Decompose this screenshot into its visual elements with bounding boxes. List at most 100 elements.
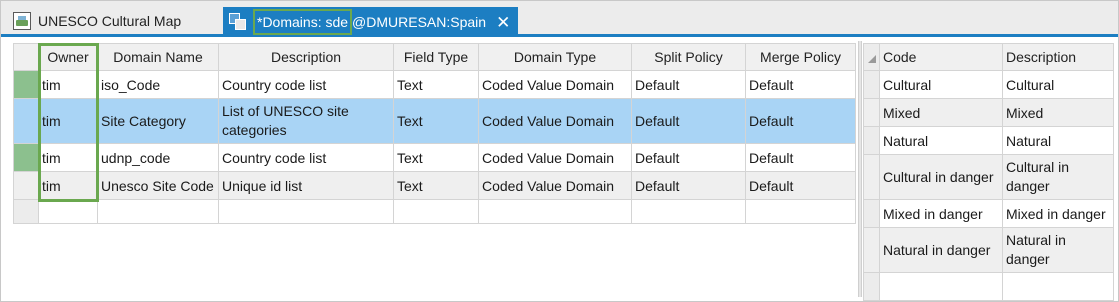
- row-selector[interactable]: [863, 98, 880, 127]
- domain-type-cell[interactable]: Coded Value Domain: [478, 171, 632, 200]
- merge-policy-cell[interactable]: Default: [745, 143, 856, 172]
- empty-cell[interactable]: [745, 199, 856, 224]
- corner-triangle-icon: [868, 54, 876, 63]
- tab-label-rest: @DMURESAN:Spain: [352, 14, 487, 30]
- new-row[interactable]: [863, 272, 1114, 301]
- code-cell[interactable]: Cultural: [879, 70, 1003, 99]
- domain-type-cell[interactable]: Coded Value Domain: [478, 70, 632, 99]
- domain-name-cell[interactable]: udnp_code: [97, 143, 219, 172]
- empty-cell[interactable]: [38, 199, 98, 224]
- column-header-field-type[interactable]: Field Type: [393, 43, 479, 71]
- field-type-cell[interactable]: Text: [393, 98, 479, 144]
- code-description-cell[interactable]: Mixed in danger: [1002, 199, 1114, 228]
- empty-cell[interactable]: [879, 272, 1003, 301]
- domain-type-cell[interactable]: Coded Value Domain: [478, 98, 632, 144]
- empty-cell[interactable]: [393, 199, 479, 224]
- table-header-row: Owner Domain Name Description Field Type…: [13, 43, 856, 71]
- description-cell[interactable]: Country code list: [218, 143, 394, 172]
- empty-cell[interactable]: [1002, 272, 1114, 301]
- description-cell[interactable]: Country code list: [218, 70, 394, 99]
- owner-cell[interactable]: tim: [38, 171, 98, 200]
- pane-splitter[interactable]: [858, 41, 862, 297]
- code-cell[interactable]: Natural: [879, 126, 1003, 155]
- row-selector[interactable]: [13, 98, 39, 144]
- tab-label: UNESCO Cultural Map: [38, 13, 182, 29]
- row-selector[interactable]: [863, 154, 880, 200]
- merge-policy-cell[interactable]: Default: [745, 98, 856, 144]
- table-row[interactable]: Natural in danger Natural in danger: [863, 227, 1114, 273]
- select-all-corner[interactable]: [863, 43, 880, 71]
- code-cell[interactable]: Natural in danger: [879, 227, 1003, 273]
- row-selector[interactable]: [13, 70, 39, 99]
- empty-cell[interactable]: [97, 199, 219, 224]
- tab-strip: UNESCO Cultural Map *Domains: sde @DMURE…: [1, 1, 1118, 37]
- row-selector[interactable]: [863, 272, 880, 301]
- field-type-cell[interactable]: Text: [393, 143, 479, 172]
- domain-name-cell[interactable]: Site Category: [97, 98, 219, 144]
- domain-type-cell[interactable]: Coded Value Domain: [478, 143, 632, 172]
- table-row[interactable]: tim udnp_code Country code list Text Cod…: [13, 143, 856, 172]
- close-icon[interactable]: ✕: [496, 14, 510, 31]
- split-policy-cell[interactable]: Default: [631, 98, 746, 144]
- merge-policy-cell[interactable]: Default: [745, 70, 856, 99]
- owner-cell[interactable]: tim: [38, 143, 98, 172]
- tab-domains[interactable]: *Domains: sde @DMURESAN:Spain ✕: [223, 7, 518, 37]
- code-description-cell[interactable]: Cultural: [1002, 70, 1114, 99]
- table-row[interactable]: Cultural in danger Cultural in danger: [863, 154, 1114, 200]
- column-header-code[interactable]: Code: [879, 43, 1003, 71]
- table-row[interactable]: Mixed Mixed: [863, 98, 1114, 127]
- owner-cell[interactable]: tim: [38, 98, 98, 144]
- row-selector[interactable]: [13, 171, 39, 200]
- table-row[interactable]: tim iso_Code Country code list Text Code…: [13, 70, 856, 99]
- code-cell[interactable]: Cultural in danger: [879, 154, 1003, 200]
- domains-view-frame: UNESCO Cultural Map *Domains: sde @DMURE…: [0, 0, 1119, 302]
- row-selector[interactable]: [13, 143, 39, 172]
- map-icon: [13, 12, 31, 30]
- split-policy-cell[interactable]: Default: [631, 171, 746, 200]
- code-description-cell[interactable]: Mixed: [1002, 98, 1114, 127]
- tab-label-boxed: *Domains: sde: [257, 14, 349, 30]
- code-cell[interactable]: Mixed in danger: [879, 199, 1003, 228]
- row-selector[interactable]: [13, 199, 39, 224]
- table-row[interactable]: tim Site Category List of UNESCO site ca…: [13, 98, 856, 144]
- tab-label-highlight: *Domains: sde: [253, 9, 353, 35]
- table-row[interactable]: Mixed in danger Mixed in danger: [863, 199, 1114, 228]
- row-header-corner[interactable]: [13, 43, 39, 71]
- description-cell[interactable]: List of UNESCO site categories: [218, 98, 394, 144]
- column-header-merge-policy[interactable]: Merge Policy: [745, 43, 856, 71]
- domain-name-cell[interactable]: Unesco Site Code: [97, 171, 219, 200]
- tab-unesco-cultural-map[interactable]: UNESCO Cultural Map: [13, 7, 219, 35]
- column-header-split-policy[interactable]: Split Policy: [631, 43, 746, 71]
- row-selector[interactable]: [863, 70, 880, 99]
- description-cell[interactable]: Unique id list: [218, 171, 394, 200]
- merge-policy-cell[interactable]: Default: [745, 171, 856, 200]
- domains-icon: [229, 13, 247, 31]
- new-row[interactable]: [13, 199, 856, 224]
- empty-cell[interactable]: [631, 199, 746, 224]
- coded-values-table: Code Description Cultural Cultural Mixed…: [863, 43, 1114, 301]
- column-header-domain-name[interactable]: Domain Name: [97, 43, 219, 71]
- code-cell[interactable]: Mixed: [879, 98, 1003, 127]
- column-header-description[interactable]: Description: [1002, 43, 1114, 71]
- split-policy-cell[interactable]: Default: [631, 70, 746, 99]
- code-description-cell[interactable]: Cultural in danger: [1002, 154, 1114, 200]
- table-row[interactable]: Natural Natural: [863, 126, 1114, 155]
- column-header-owner[interactable]: Owner: [38, 43, 98, 71]
- row-selector[interactable]: [863, 126, 880, 155]
- empty-cell[interactable]: [478, 199, 632, 224]
- code-description-cell[interactable]: Natural: [1002, 126, 1114, 155]
- table-header-row: Code Description: [863, 43, 1114, 71]
- code-description-cell[interactable]: Natural in danger: [1002, 227, 1114, 273]
- domain-name-cell[interactable]: iso_Code: [97, 70, 219, 99]
- table-row[interactable]: Cultural Cultural: [863, 70, 1114, 99]
- row-selector[interactable]: [863, 199, 880, 228]
- row-selector[interactable]: [863, 227, 880, 273]
- field-type-cell[interactable]: Text: [393, 70, 479, 99]
- field-type-cell[interactable]: Text: [393, 171, 479, 200]
- empty-cell[interactable]: [218, 199, 394, 224]
- owner-cell[interactable]: tim: [38, 70, 98, 99]
- split-policy-cell[interactable]: Default: [631, 143, 746, 172]
- column-header-description[interactable]: Description: [218, 43, 394, 71]
- column-header-domain-type[interactable]: Domain Type: [478, 43, 632, 71]
- table-row[interactable]: tim Unesco Site Code Unique id list Text…: [13, 171, 856, 200]
